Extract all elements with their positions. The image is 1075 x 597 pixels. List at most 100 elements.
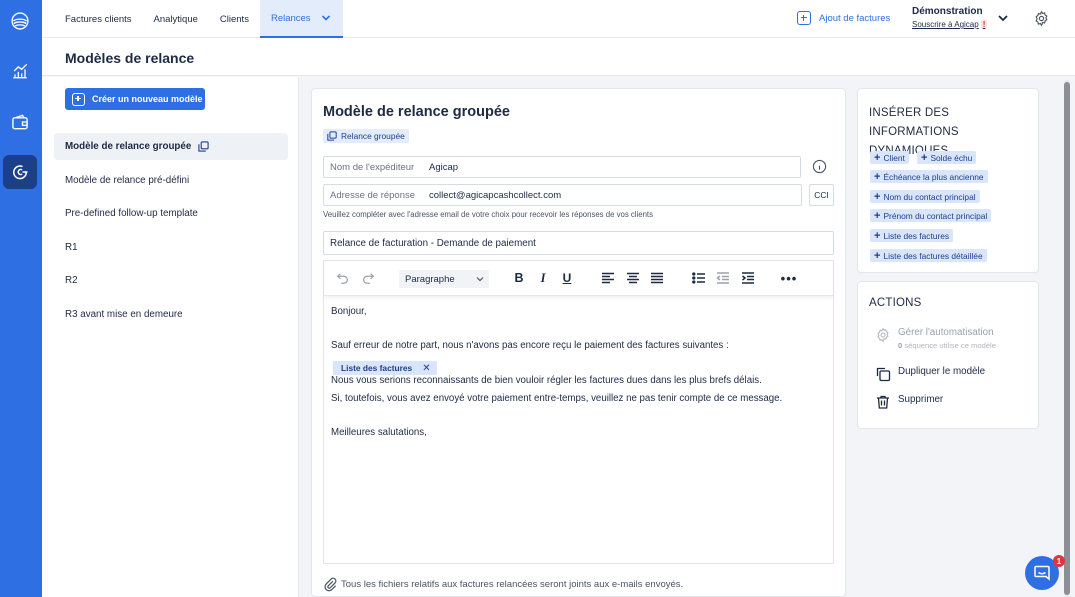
- delete-template-button[interactable]: Supprimer: [875, 394, 943, 410]
- rich-text-editor[interactable]: Paragraphe B I U ••• Bonjour, Sauf erreu…: [323, 260, 834, 564]
- paperclip-icon: [324, 577, 337, 592]
- agicap-logo-icon[interactable]: [3, 4, 37, 38]
- subscribe-link[interactable]: Souscrire à Agicap !: [912, 20, 988, 29]
- italic-icon[interactable]: I: [536, 271, 550, 285]
- bold-icon[interactable]: B: [512, 271, 526, 285]
- insert-overdue-chip[interactable]: + Solde échu: [917, 151, 977, 164]
- outdent-icon[interactable]: [716, 271, 730, 285]
- align-center-icon[interactable]: [626, 271, 640, 285]
- delete-template-label: Supprimer: [898, 394, 944, 405]
- indent-icon[interactable]: [741, 271, 755, 285]
- template-label: R1: [65, 241, 78, 253]
- tab-factures-clients[interactable]: Factures clients: [54, 0, 143, 38]
- tab-relances[interactable]: Relances: [259, 0, 343, 38]
- add-invoices-button[interactable]: Ajout de factures: [797, 11, 890, 25]
- subject-input[interactable]: Relance de facturation - Demande de paie…: [323, 231, 834, 255]
- template-label: Modèle de relance pré-défini: [65, 174, 190, 186]
- body-line: Si, toutefois, vous avez envoyé votre pa…: [331, 393, 783, 404]
- template-editor: Modèle de relance groupée Relance groupé…: [311, 88, 846, 597]
- template-title: Modèle de relance groupée: [323, 104, 510, 120]
- copy-icon: [327, 131, 337, 141]
- template-item[interactable]: Modèle de relance groupée: [54, 133, 288, 160]
- manage-automation-button[interactable]: Gérer l'automatisation 0 séquence utilis…: [875, 327, 996, 350]
- template-type-label: Relance groupée: [341, 131, 405, 141]
- template-item[interactable]: R1: [54, 234, 288, 261]
- reply-address-value: collect@agicapcashcollect.com: [429, 189, 562, 201]
- plus-square-icon: [72, 92, 85, 106]
- chip-label: Prénom du contact principal: [883, 210, 988, 221]
- template-item[interactable]: R3 avant mise en demeure: [54, 301, 288, 328]
- account-menu[interactable]: Démonstration Souscrire à Agicap !: [912, 6, 988, 29]
- chevron-down-icon: [476, 277, 484, 282]
- insert-oldest-due-chip[interactable]: + Échéance la plus ancienne: [870, 170, 988, 183]
- template-label: R3 avant mise en demeure: [65, 308, 183, 320]
- body-line: Nous vous serions reconnaissants de bien…: [331, 375, 762, 386]
- editor-toolbar: Paragraphe B I U •••: [324, 261, 833, 296]
- plus-icon: +: [874, 229, 881, 242]
- template-label: R2: [65, 275, 78, 287]
- plus-icon: +: [921, 151, 928, 164]
- scrollbar-thumb[interactable]: [1064, 82, 1070, 595]
- redo-icon[interactable]: [361, 271, 375, 285]
- bullet-list-icon[interactable]: [692, 271, 706, 285]
- templates-sidebar: Créer un nouveau modèle Modèle de relanc…: [42, 77, 299, 597]
- plus-icon: +: [874, 249, 881, 262]
- trash-icon: [877, 395, 889, 409]
- chat-icon: [1034, 565, 1050, 581]
- body-closing: Meilleures salutations,: [331, 427, 427, 438]
- sender-name-field[interactable]: Nom de l'expéditeur Agicap: [323, 156, 801, 178]
- underline-icon[interactable]: U: [560, 271, 574, 285]
- insert-invoice-list-chip[interactable]: + Liste des factures: [870, 229, 954, 242]
- cci-button[interactable]: CCI: [809, 184, 834, 206]
- insert-contact-firstname-chip[interactable]: + Prénom du contact principal: [870, 209, 992, 222]
- wallet-icon[interactable]: [3, 105, 37, 139]
- align-justify-icon[interactable]: [650, 271, 664, 285]
- template-item[interactable]: Modèle de relance pré-défini: [54, 167, 288, 194]
- sender-name-label: Nom de l'expéditeur: [330, 161, 415, 173]
- template-item[interactable]: Pre-defined follow-up template: [54, 200, 288, 227]
- dynamic-variable-label: Liste des factures: [341, 363, 413, 373]
- undo-icon[interactable]: [336, 271, 350, 285]
- cash-collect-icon[interactable]: [3, 155, 37, 189]
- align-left-icon[interactable]: [601, 271, 615, 285]
- info-icon[interactable]: [812, 159, 827, 174]
- account-name: Démonstration: [912, 6, 983, 17]
- gear-icon[interactable]: [1033, 10, 1050, 27]
- reply-address-field[interactable]: Adresse de réponse collect@agicapcashcol…: [323, 184, 802, 206]
- body-greeting: Bonjour,: [331, 306, 367, 317]
- actions-title: ACTIONS: [869, 297, 922, 309]
- reply-address-label: Adresse de réponse: [330, 189, 416, 201]
- chip-label: Liste des factures: [883, 230, 950, 241]
- chip-label: Client: [883, 152, 905, 163]
- automation-usage-text: séquence utilise ce modèle: [902, 341, 996, 350]
- paragraph-style-select[interactable]: Paragraphe: [399, 270, 489, 288]
- more-options-icon[interactable]: •••: [781, 271, 797, 286]
- create-template-button[interactable]: Créer un nouveau modèle: [65, 88, 205, 110]
- insert-contact-lastname-chip[interactable]: + Nom du contact principal: [870, 190, 980, 203]
- chevron-down-icon[interactable]: [997, 12, 1009, 24]
- chat-notification-badge: 1: [1053, 555, 1065, 567]
- sender-name-value: Agicap: [429, 161, 459, 173]
- manage-automation-label: Gérer l'automatisation: [898, 327, 994, 338]
- add-invoices-label: Ajout de factures: [819, 12, 891, 24]
- tab-clients[interactable]: Clients: [209, 0, 260, 38]
- template-item[interactable]: R2: [54, 267, 288, 294]
- gear-icon: [877, 327, 889, 343]
- duplicate-template-button[interactable]: Dupliquer le modèle: [875, 366, 985, 382]
- duplicate-icon: [876, 367, 891, 382]
- page-scrollbar[interactable]: [1064, 80, 1070, 597]
- copy-icon: [198, 141, 209, 152]
- insert-detailed-invoice-list-chip[interactable]: + Liste des factures détaillée: [870, 249, 987, 262]
- body-line: Sauf erreur de notre part, nous n'avons …: [331, 340, 729, 351]
- insert-client-chip[interactable]: + Client: [870, 151, 909, 164]
- chip-label: Nom du contact principal: [883, 191, 976, 202]
- close-icon[interactable]: ✕: [422, 363, 430, 374]
- dynamic-variable-chip[interactable]: Liste des factures ✕: [333, 361, 437, 375]
- chip-label: Solde échu: [930, 152, 973, 163]
- analytics-icon[interactable]: [3, 54, 37, 88]
- paragraph-style-value: Paragraphe: [405, 273, 455, 285]
- tab-label: Factures clients: [65, 13, 132, 25]
- tab-analytique[interactable]: Analytique: [143, 0, 209, 38]
- chip-label: Échéance la plus ancienne: [883, 171, 984, 182]
- page-header: Modèles de relance: [42, 38, 1075, 76]
